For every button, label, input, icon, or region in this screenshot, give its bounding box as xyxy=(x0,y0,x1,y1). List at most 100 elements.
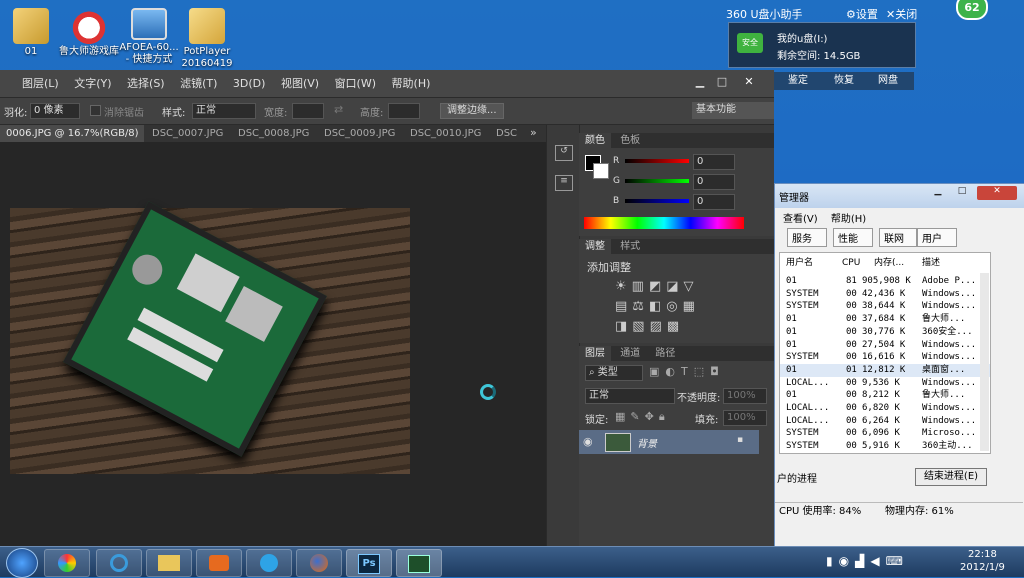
menu-filter[interactable]: 滤镜(T) xyxy=(180,70,217,97)
tm-close-button[interactable]: ✕ xyxy=(977,186,1017,200)
brightness-icon[interactable]: ☀ xyxy=(615,279,632,294)
tm-maximize-button[interactable]: □ xyxy=(951,186,973,200)
menu-3d[interactable]: 3D(D) xyxy=(233,70,266,97)
taskbar-browser-button[interactable] xyxy=(246,549,292,577)
process-row[interactable]: 01 81 905,908 K Adobe P... xyxy=(780,275,990,288)
vibrance-icon[interactable]: ▤ xyxy=(615,299,632,314)
bw-icon[interactable]: ◧ xyxy=(649,299,666,314)
desktop-icon-user[interactable]: 01 xyxy=(0,8,62,58)
battery-icon[interactable]: ▮ xyxy=(826,554,839,568)
threshold-icon[interactable]: ▨ xyxy=(650,319,667,334)
doc-tab[interactable]: DSC_0009.JPG ✕ xyxy=(318,125,404,156)
desktop-icon-shortcut[interactable]: AFOEA-60... - 快捷方式 xyxy=(118,8,180,66)
tray-360-icon[interactable]: ◉ xyxy=(839,554,855,568)
photo-filter-icon[interactable]: ◎ xyxy=(666,299,682,314)
invert-icon[interactable]: ◨ xyxy=(615,319,632,334)
widget-close-link[interactable]: ✕关闭 xyxy=(886,6,917,22)
clock-time[interactable]: 22:18 xyxy=(968,549,997,560)
widget-settings-link[interactable]: ⚙设置 xyxy=(846,6,878,22)
restore-button[interactable]: 恢复 xyxy=(834,72,854,90)
tab-users[interactable]: 用户 xyxy=(917,228,957,247)
tab-adjustments[interactable]: 调整 xyxy=(579,239,611,254)
start-button[interactable] xyxy=(6,548,38,578)
process-row[interactable]: 01 00 27,504 K Windows... xyxy=(780,339,990,352)
taskbar-explorer-button[interactable] xyxy=(146,549,192,577)
red-slider[interactable] xyxy=(625,159,689,163)
tab-layers[interactable]: 图层 xyxy=(579,346,611,361)
process-row[interactable]: 01 00 30,776 K 360安全... xyxy=(780,326,990,339)
usb-drive-card[interactable]: 安全 我的u盘(I:) 剩余空间: 14.5GB xyxy=(728,22,916,68)
antialias-checkbox[interactable] xyxy=(90,105,101,116)
col-memory[interactable]: 内存(... xyxy=(874,257,904,270)
process-row[interactable]: 01 01 12,812 K 桌面窗... xyxy=(780,363,990,377)
taskbar-photoshop-button[interactable]: Ps xyxy=(346,549,392,577)
history-icon[interactable]: ↺ xyxy=(555,145,573,161)
layer-name[interactable]: 背景 xyxy=(637,435,657,450)
menu-type[interactable]: 文字(Y) xyxy=(74,70,111,97)
doc-tab[interactable]: DSC xyxy=(490,125,520,142)
taskbar-firefox-button[interactable] xyxy=(296,549,342,577)
process-row[interactable]: SYSTEM 00 42,436 K Windows... xyxy=(780,288,990,301)
tab-paths[interactable]: 路径 xyxy=(649,346,681,361)
process-row[interactable]: SYSTEM 00 5,916 K 360主动... xyxy=(780,440,990,453)
taskbar-taskmgr-button[interactable] xyxy=(396,549,442,577)
workspace-select[interactable]: 基本功能 xyxy=(692,102,774,119)
tab-channels[interactable]: 通道 xyxy=(614,346,646,361)
close-button[interactable]: ✕ xyxy=(736,74,762,90)
maximize-button[interactable]: □ xyxy=(712,74,732,90)
menu-help[interactable]: 帮助(H) xyxy=(392,70,431,97)
tab-services[interactable]: 服务 xyxy=(787,228,827,247)
tab-performance[interactable]: 性能 xyxy=(833,228,873,247)
appraise-button[interactable]: 鉴定 xyxy=(788,72,808,90)
desktop-icon-games[interactable]: 鲁大师游戏库 xyxy=(58,8,120,58)
tab-networking[interactable]: 联网 xyxy=(879,228,917,247)
curves-icon[interactable]: ◩ xyxy=(649,279,666,294)
color-spectrum[interactable] xyxy=(584,217,744,229)
canvas-area[interactable] xyxy=(0,142,546,546)
process-row[interactable]: LOCAL... 00 6,264 K Windows... xyxy=(780,415,990,428)
netdisk-button[interactable]: 网盘 xyxy=(878,72,898,90)
col-username[interactable]: 用户名 xyxy=(786,257,813,270)
opacity-input[interactable]: 100% xyxy=(723,388,767,404)
process-row[interactable]: 01 00 37,684 K 鲁大师... xyxy=(780,313,990,326)
process-row[interactable]: SYSTEM 00 38,644 K Windows... xyxy=(780,300,990,313)
clock-date[interactable]: 2012/1/9 xyxy=(960,562,1005,573)
tm-menu-view[interactable]: 查看(V) xyxy=(783,214,818,225)
red-value[interactable]: 0 xyxy=(693,154,735,170)
tabs-overflow-icon[interactable]: » xyxy=(530,126,537,139)
process-row[interactable]: SYSTEM 00 16,616 K Windows... xyxy=(780,351,990,364)
selective-color-icon[interactable]: ▩ xyxy=(667,319,684,334)
doc-tab[interactable]: DSC_0008.JPG ✕ xyxy=(232,125,318,156)
taskbar-ie-button[interactable] xyxy=(96,549,142,577)
feather-input[interactable]: 0 像素 xyxy=(30,103,80,119)
mixer-icon[interactable]: ▦ xyxy=(683,299,700,314)
process-row[interactable]: 01 00 8,212 K 鲁大师... xyxy=(780,389,990,402)
process-row[interactable]: LOCAL... 00 6,820 K Windows... xyxy=(780,402,990,415)
menu-select[interactable]: 选择(S) xyxy=(127,70,165,97)
refine-edge-button[interactable]: 调整边缘... xyxy=(440,103,504,119)
gradient-map-icon[interactable]: ▽ xyxy=(684,279,699,294)
taskbar-media-button[interactable] xyxy=(196,549,242,577)
desktop-icon-potplayer[interactable]: PotPlayer 20160419 xyxy=(176,8,238,70)
tm-menu-help[interactable]: 帮助(H) xyxy=(831,214,866,225)
blend-mode-select[interactable]: 正常 xyxy=(585,388,675,404)
swap-icon[interactable]: ⇄ xyxy=(334,103,343,116)
width-input[interactable] xyxy=(292,103,324,119)
style-select[interactable]: 正常 xyxy=(192,103,256,119)
col-cpu[interactable]: CPU xyxy=(842,257,860,270)
process-scrollbar[interactable] xyxy=(980,273,989,451)
volume-icon[interactable]: ◀ xyxy=(870,554,885,568)
layer-kind-filter[interactable]: ⌕ 类型 xyxy=(585,365,643,381)
network-icon[interactable]: ▟ xyxy=(855,554,870,568)
background-swatch[interactable] xyxy=(593,163,609,179)
process-row[interactable]: SYSTEM 00 6,096 K Microso... xyxy=(780,427,990,440)
menu-view[interactable]: 视图(V) xyxy=(281,70,319,97)
minimize-button[interactable]: ▁ xyxy=(690,74,710,90)
properties-icon[interactable]: ≡ xyxy=(555,175,573,191)
menu-layer[interactable]: 图层(L) xyxy=(22,70,59,97)
col-description[interactable]: 描述 xyxy=(922,257,940,270)
doc-tab[interactable]: 0006.JPG @ 16.7%(RGB/8) * ✕ xyxy=(0,125,144,156)
visibility-eye-icon[interactable]: ◉ xyxy=(583,435,593,448)
blue-value[interactable]: 0 xyxy=(693,194,735,210)
levels-icon[interactable]: ▥ xyxy=(632,279,649,294)
